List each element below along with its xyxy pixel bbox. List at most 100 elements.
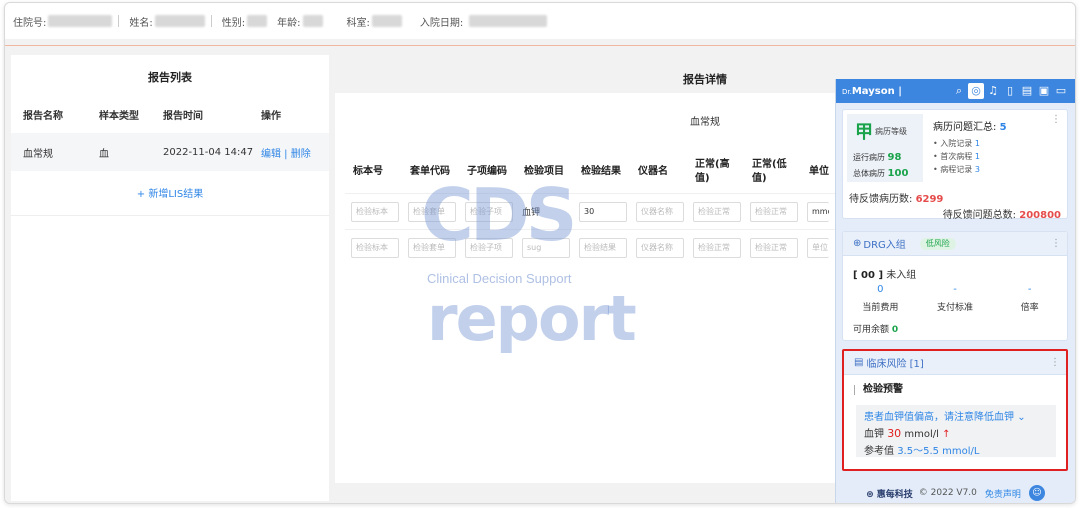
drg-card-header[interactable]: ⊕ DRG入组 低风险 ⋮	[843, 232, 1067, 256]
redacted-value	[154, 15, 205, 27]
arrow-up-icon: ↑	[942, 429, 951, 440]
report-actions-link[interactable]: 编辑 | 删除	[249, 145, 329, 160]
document-icon[interactable]: ▯	[1002, 83, 1018, 99]
sub-code-input[interactable]: 检验子项	[465, 237, 513, 258]
normal-high-input[interactable]: 检验正常	[693, 201, 741, 222]
cds-toolbar-icons: ⌕ ◎ ♫ ▯ ▤ ▣ ▭	[950, 83, 1069, 99]
item-value: 30	[887, 427, 902, 440]
field-gender: 性别:	[221, 14, 268, 29]
problem-item-count: 3	[974, 165, 980, 174]
test-item-input[interactable]: sug	[522, 237, 570, 258]
target-icon[interactable]: ◎	[968, 83, 984, 99]
drg-card: ⊕ DRG入组 低风险 ⋮ [ 00 ] 未入组 0 当前费用 - 支付标准 - 倍率…	[842, 231, 1068, 341]
problem-item[interactable]: • 病程记录 3	[933, 164, 980, 175]
monitor-icon[interactable]: ▭	[1053, 83, 1069, 99]
record-grade-box: 甲 病历等级 运行病历 98 总体病历 100	[847, 114, 923, 182]
drg-stat: 0 当前费用	[843, 284, 918, 313]
report-name: 血常规	[23, 148, 53, 160]
field-age: 年龄:	[277, 14, 323, 29]
item-unit: mmol/l	[904, 429, 939, 440]
cds-brand: Dr.Mayson |	[842, 86, 902, 97]
problem-summary: 病历问题汇总: 5	[933, 118, 1007, 133]
unit-input[interactable]: mmol	[807, 201, 829, 222]
record-icon[interactable]: ▤	[1019, 83, 1035, 99]
instrument-input[interactable]: 仪器名称	[636, 201, 684, 222]
chevron-down-icon[interactable]: ⌄	[1017, 412, 1025, 423]
group-code: [ 00 ]	[853, 270, 884, 281]
report-sample: 血	[99, 148, 109, 160]
problem-label: • 病程记录	[933, 165, 973, 174]
lab-warning-box[interactable]: 患者血钾值偏高，请注意降低血钾 ⌄ 血钾 30 mmol/l ↑ 参考值 3.5…	[856, 405, 1056, 457]
field-department: 科室:	[347, 14, 402, 29]
cds-footer: ⊛ 惠每科技 © 2022 V7.0 免责声明 ☺	[836, 479, 1075, 503]
brand-name: Mayson |	[851, 85, 902, 97]
sub-code-input[interactable]: 检验子项	[465, 201, 513, 222]
test-result-input[interactable]: 30	[579, 201, 627, 222]
stat-label: 当前费用	[862, 303, 899, 313]
running-value: 98	[887, 152, 902, 163]
col-header-actions: 操作	[261, 110, 281, 122]
more-menu-icon[interactable]: ⋮	[1051, 238, 1061, 249]
normal-low-input[interactable]: 检验正常	[750, 237, 798, 258]
field-label: 姓名:	[129, 17, 153, 29]
reference-range: 参考值 3.5～5.5 mmol/L	[864, 442, 1048, 457]
running-label: 运行病历	[853, 153, 885, 162]
problem-label: • 首次病程	[933, 152, 973, 161]
drg-stat: - 支付标准	[918, 284, 993, 313]
problem-item-count: 1	[974, 139, 980, 148]
col-header: 仪器名	[638, 166, 668, 177]
field-label: 科室:	[346, 17, 370, 29]
drg-icon: ⊕	[853, 238, 862, 249]
problem-label: • 入院记录	[933, 139, 973, 148]
detail-table: 标本号 套单代码 子项编码 检验项目 检验结果 仪器名 正常(高值) 正常(低值…	[345, 151, 865, 265]
brand-prefix: Dr.	[842, 87, 852, 96]
field-label: 性别:	[221, 17, 246, 29]
package-code-input[interactable]: 检验套单	[408, 201, 456, 222]
pending-total-label: 待反馈问题总数:	[942, 210, 1017, 221]
clinical-risk-header[interactable]: ▤ 临床风险 [1] ⋮	[844, 351, 1066, 375]
sample-no-input[interactable]: 检验标本	[351, 237, 399, 258]
cds-sidebar: Dr.Mayson | ⌕ ◎ ♫ ▯ ▤ ▣ ▭ 甲 病历等级 运行病历 98…	[835, 79, 1075, 503]
normal-high-input[interactable]: 检验正常	[693, 237, 741, 258]
more-menu-icon[interactable]: ⋮	[1051, 114, 1061, 125]
table-row: 检验标本 检验套单 检验子项 血钾 30 仪器名称 检验正常 检验正常 mmol	[345, 193, 865, 229]
warning-value: 血钾 30 mmol/l ↑	[864, 425, 1048, 440]
test-result-input[interactable]: 检验结果	[579, 237, 627, 258]
drg-stat: - 倍率	[992, 284, 1067, 313]
user-icon[interactable]: ☺	[1028, 485, 1045, 501]
pending-total-value: 200800	[1019, 210, 1061, 221]
record-grade-label: 病历等级	[875, 127, 907, 136]
header-divider	[5, 45, 1075, 46]
report-list-title: 报告列表	[148, 71, 192, 84]
sample-no-input[interactable]: 检验标本	[351, 201, 399, 222]
drg-stats: 0 当前费用 - 支付标准 - 倍率	[843, 284, 1067, 313]
company-logo: ⊛ 惠每科技	[866, 487, 913, 500]
separator	[210, 15, 212, 27]
logo-text: 惠每科技	[876, 489, 913, 500]
col-header-time: 报告时间	[163, 110, 203, 122]
patient-header: 住院号: 姓名: 性别: 年龄: 科室: 入院日期:	[5, 3, 1075, 39]
normal-low-input[interactable]: 检验正常	[750, 201, 798, 222]
divider	[11, 215, 329, 216]
more-menu-icon[interactable]: ⋮	[1050, 357, 1060, 368]
headset-icon[interactable]: ♫	[985, 83, 1001, 99]
col-header: 正常(低值)	[752, 159, 787, 184]
unit-input[interactable]: 单位	[807, 237, 829, 258]
instrument-input[interactable]: 仪器名称	[636, 237, 684, 258]
problem-item[interactable]: • 入院记录 1	[933, 138, 980, 149]
field-admission-no: 住院号:	[13, 14, 120, 29]
problem-item[interactable]: • 首次病程 1	[933, 151, 980, 162]
printer-icon[interactable]: ▣	[1036, 83, 1052, 99]
group-label: 未入组	[886, 270, 917, 281]
stat-label: 倍率	[1020, 303, 1039, 313]
disclaimer-link[interactable]: 免责声明	[985, 487, 1021, 500]
package-code-input[interactable]: 检验套单	[408, 237, 456, 258]
search-icon[interactable]: ⌕	[951, 83, 967, 99]
add-lis-result-button[interactable]: + 新增LIS结果	[11, 185, 329, 200]
lab-warning-title: 检验预警	[854, 385, 903, 395]
col-header: 标本号	[353, 166, 383, 177]
total-label: 总体病历	[853, 169, 885, 178]
total-value: 100	[887, 168, 909, 179]
table-row[interactable]: 血常规 血 2022-11-04 14:47 编辑 | 删除	[11, 133, 329, 171]
field-name: 姓名:	[129, 14, 212, 29]
